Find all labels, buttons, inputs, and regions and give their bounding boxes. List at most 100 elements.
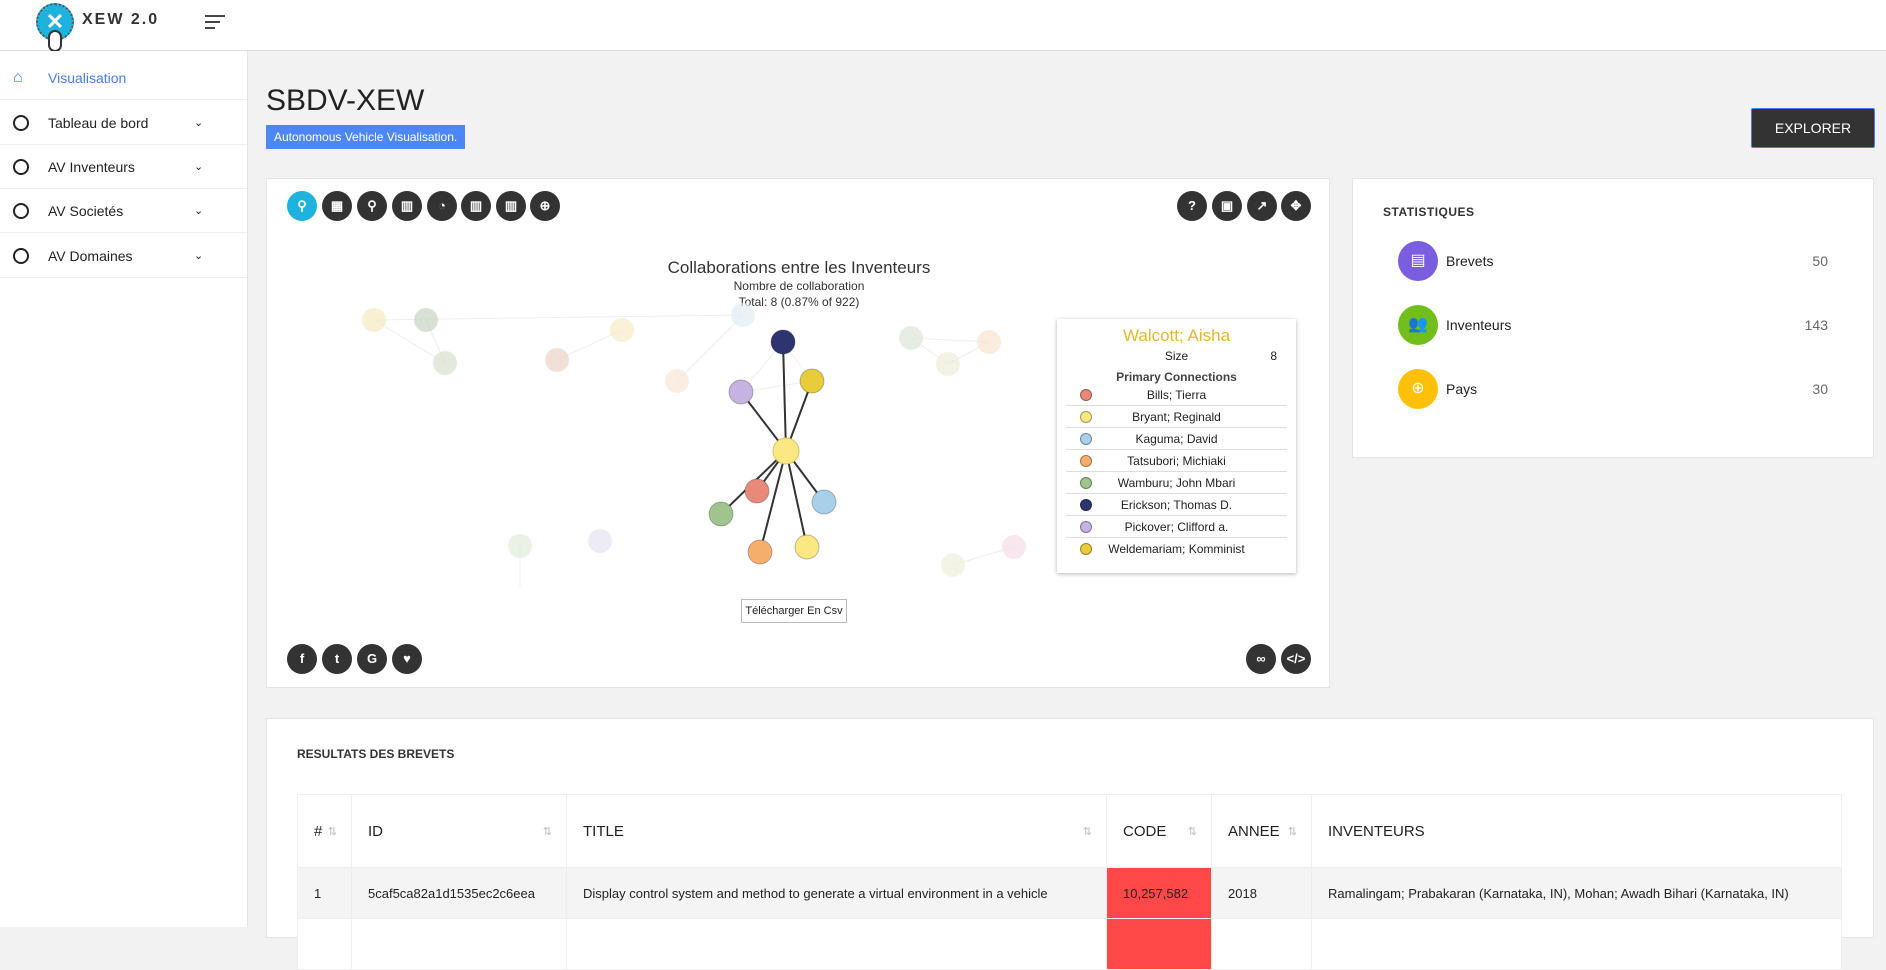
- tooltip-name: Walcott; Aisha: [1122, 326, 1231, 345]
- column-header-annee[interactable]: ANNEE ⇅: [1211, 794, 1312, 868]
- faded-edge: [676, 314, 744, 382]
- bar-chart-button[interactable]: ▥: [496, 191, 526, 221]
- edge: [759, 450, 787, 553]
- globe-icon: ⊕: [1398, 369, 1438, 409]
- empty-cell: [297, 918, 352, 970]
- stat-label: Pays: [1446, 381, 1478, 397]
- column-header-index[interactable]: # ⇅: [297, 794, 352, 868]
- faded-node: [731, 303, 755, 327]
- download-csv-button[interactable]: Télécharger En Csv: [741, 599, 847, 623]
- sort-icon[interactable]: ⇅: [1188, 825, 1197, 838]
- node: [708, 501, 734, 527]
- bar-chart-button[interactable]: ▥: [461, 191, 491, 221]
- empty-cell: [1106, 918, 1212, 970]
- color-dot-icon: [1080, 477, 1092, 489]
- faded-node: [414, 308, 438, 332]
- faded-node: [936, 352, 960, 376]
- stat-value: 30: [1812, 381, 1828, 397]
- node: [747, 539, 773, 565]
- connection-name: Bryant; Reginald: [1132, 410, 1221, 424]
- connection-name: Wamburu; John Mbari: [1117, 476, 1236, 490]
- results-table: # ⇅ ID ⇅ TITLE ⇅ CODE ⇅ ANNEE ⇅ INVENTEURS 1 5caf5c…: [297, 794, 1842, 970]
- stat-pays: ⊕ Pays 30: [1398, 369, 1828, 409]
- empty-cell: [1311, 918, 1842, 970]
- color-dot-icon: [1080, 389, 1092, 401]
- image-button[interactable]: ▣: [1212, 191, 1242, 221]
- globe-button[interactable]: ⊕: [530, 191, 560, 221]
- connection-row: Tatsubori; Michiaki: [1066, 450, 1287, 472]
- connection-name: Weldemariam; Komminist: [1108, 542, 1245, 556]
- faded-node: [899, 326, 923, 350]
- faded-node: [545, 348, 569, 372]
- network-button[interactable]: ⚲: [287, 191, 317, 221]
- sort-icon[interactable]: ⇅: [543, 825, 552, 838]
- network-button[interactable]: ⚲: [357, 191, 387, 221]
- column-header-code[interactable]: CODE ⇅: [1106, 794, 1212, 868]
- faded-node: [508, 534, 532, 558]
- tooltip-size-value: 8: [1270, 349, 1277, 363]
- connection-name: Tatsubori; Michiaki: [1127, 454, 1226, 468]
- cell-title: Display control system and method to gen…: [566, 867, 1107, 919]
- cell-inventeurs: Ramalingam; Prabakaran (Karnataka, IN), …: [1311, 867, 1842, 919]
- connection-row: Bills; Tierra: [1066, 384, 1287, 406]
- node: [799, 368, 825, 394]
- move-button[interactable]: ✥: [1281, 191, 1311, 221]
- stat-inventeurs: 👥 Inventeurs 143: [1398, 305, 1828, 345]
- table-row: [297, 918, 1842, 970]
- link-button[interactable]: ∞: [1246, 644, 1276, 674]
- users-icon: 👥: [1398, 305, 1438, 345]
- node: [744, 478, 770, 504]
- heart-button[interactable]: ♥: [392, 644, 422, 674]
- google-button[interactable]: G: [357, 644, 387, 674]
- cell-index: 1: [297, 867, 352, 919]
- column-header-title[interactable]: TITLE ⇅: [566, 794, 1107, 868]
- stat-label: Brevets: [1446, 253, 1494, 269]
- results-title: RESULTATS DES BREVETS: [297, 747, 455, 761]
- stats-panel: STATISTIQUES ▤ Brevets 50 👥 Inventeurs 143 ⊕ Pa…: [1352, 178, 1874, 458]
- faded-node: [588, 529, 612, 553]
- faded-node: [941, 553, 965, 577]
- node-center: [772, 437, 800, 465]
- twitter-button[interactable]: t: [322, 644, 352, 674]
- stat-label: Inventeurs: [1446, 317, 1512, 333]
- column-header-inventeurs[interactable]: INVENTEURS: [1311, 794, 1842, 868]
- cell-code: 10,257,582: [1106, 867, 1212, 919]
- node: [794, 534, 820, 560]
- color-dot-icon: [1080, 499, 1092, 511]
- sort-icon[interactable]: ⇅: [1083, 825, 1092, 838]
- node-tooltip: Walcott; Aisha Size 8 Primary Connection…: [1057, 319, 1296, 573]
- faded-node: [1002, 535, 1026, 559]
- column-label: #: [314, 822, 323, 840]
- column-header-id[interactable]: ID ⇅: [351, 794, 567, 868]
- empty-cell: [351, 918, 567, 970]
- connection-name: Pickover; Clifford a.: [1124, 520, 1229, 534]
- results-panel: RESULTATS DES BREVETS # ⇅ ID ⇅ TITLE ⇅ CODE ⇅ AN…: [266, 718, 1874, 970]
- building-button[interactable]: ▦: [322, 191, 352, 221]
- pie-chart-button[interactable]: ◔: [427, 191, 457, 221]
- connection-name: Bills; Tierra: [1146, 388, 1207, 402]
- connection-name: Erickson; Thomas D.: [1120, 498, 1233, 512]
- node: [770, 329, 796, 355]
- code-button[interactable]: </>: [1281, 644, 1311, 674]
- help-button[interactable]: ?: [1177, 191, 1207, 221]
- bar-chart-button[interactable]: ▥: [392, 191, 422, 221]
- cell-id: 5caf5ca82a1d1535ec2c6eea: [351, 867, 567, 919]
- table-row[interactable]: 1 5caf5ca82a1d1535ec2c6eea Display control…: [297, 867, 1842, 919]
- connection-row: Erickson; Thomas D.: [1066, 494, 1287, 516]
- color-dot-icon: [1080, 543, 1092, 555]
- connection-row: Bryant; Reginald: [1066, 406, 1287, 428]
- connection-row: Wamburu; John Mbari: [1066, 472, 1287, 494]
- column-label: INVENTEURS: [1328, 822, 1425, 840]
- share-button[interactable]: ↗: [1247, 191, 1277, 221]
- empty-cell: [1211, 918, 1312, 970]
- faded-node: [665, 369, 689, 393]
- node: [728, 379, 754, 405]
- stat-brevets: ▤ Brevets 50: [1398, 241, 1828, 281]
- sort-icon[interactable]: ⇅: [1288, 825, 1297, 838]
- connection-name: Kaguma; David: [1135, 432, 1218, 446]
- tooltip-size-label: Size: [1164, 349, 1189, 363]
- facebook-button[interactable]: f: [287, 644, 317, 674]
- sort-icon[interactable]: ⇅: [328, 825, 337, 838]
- stat-value: 143: [1804, 317, 1828, 333]
- column-label: TITLE: [583, 822, 624, 840]
